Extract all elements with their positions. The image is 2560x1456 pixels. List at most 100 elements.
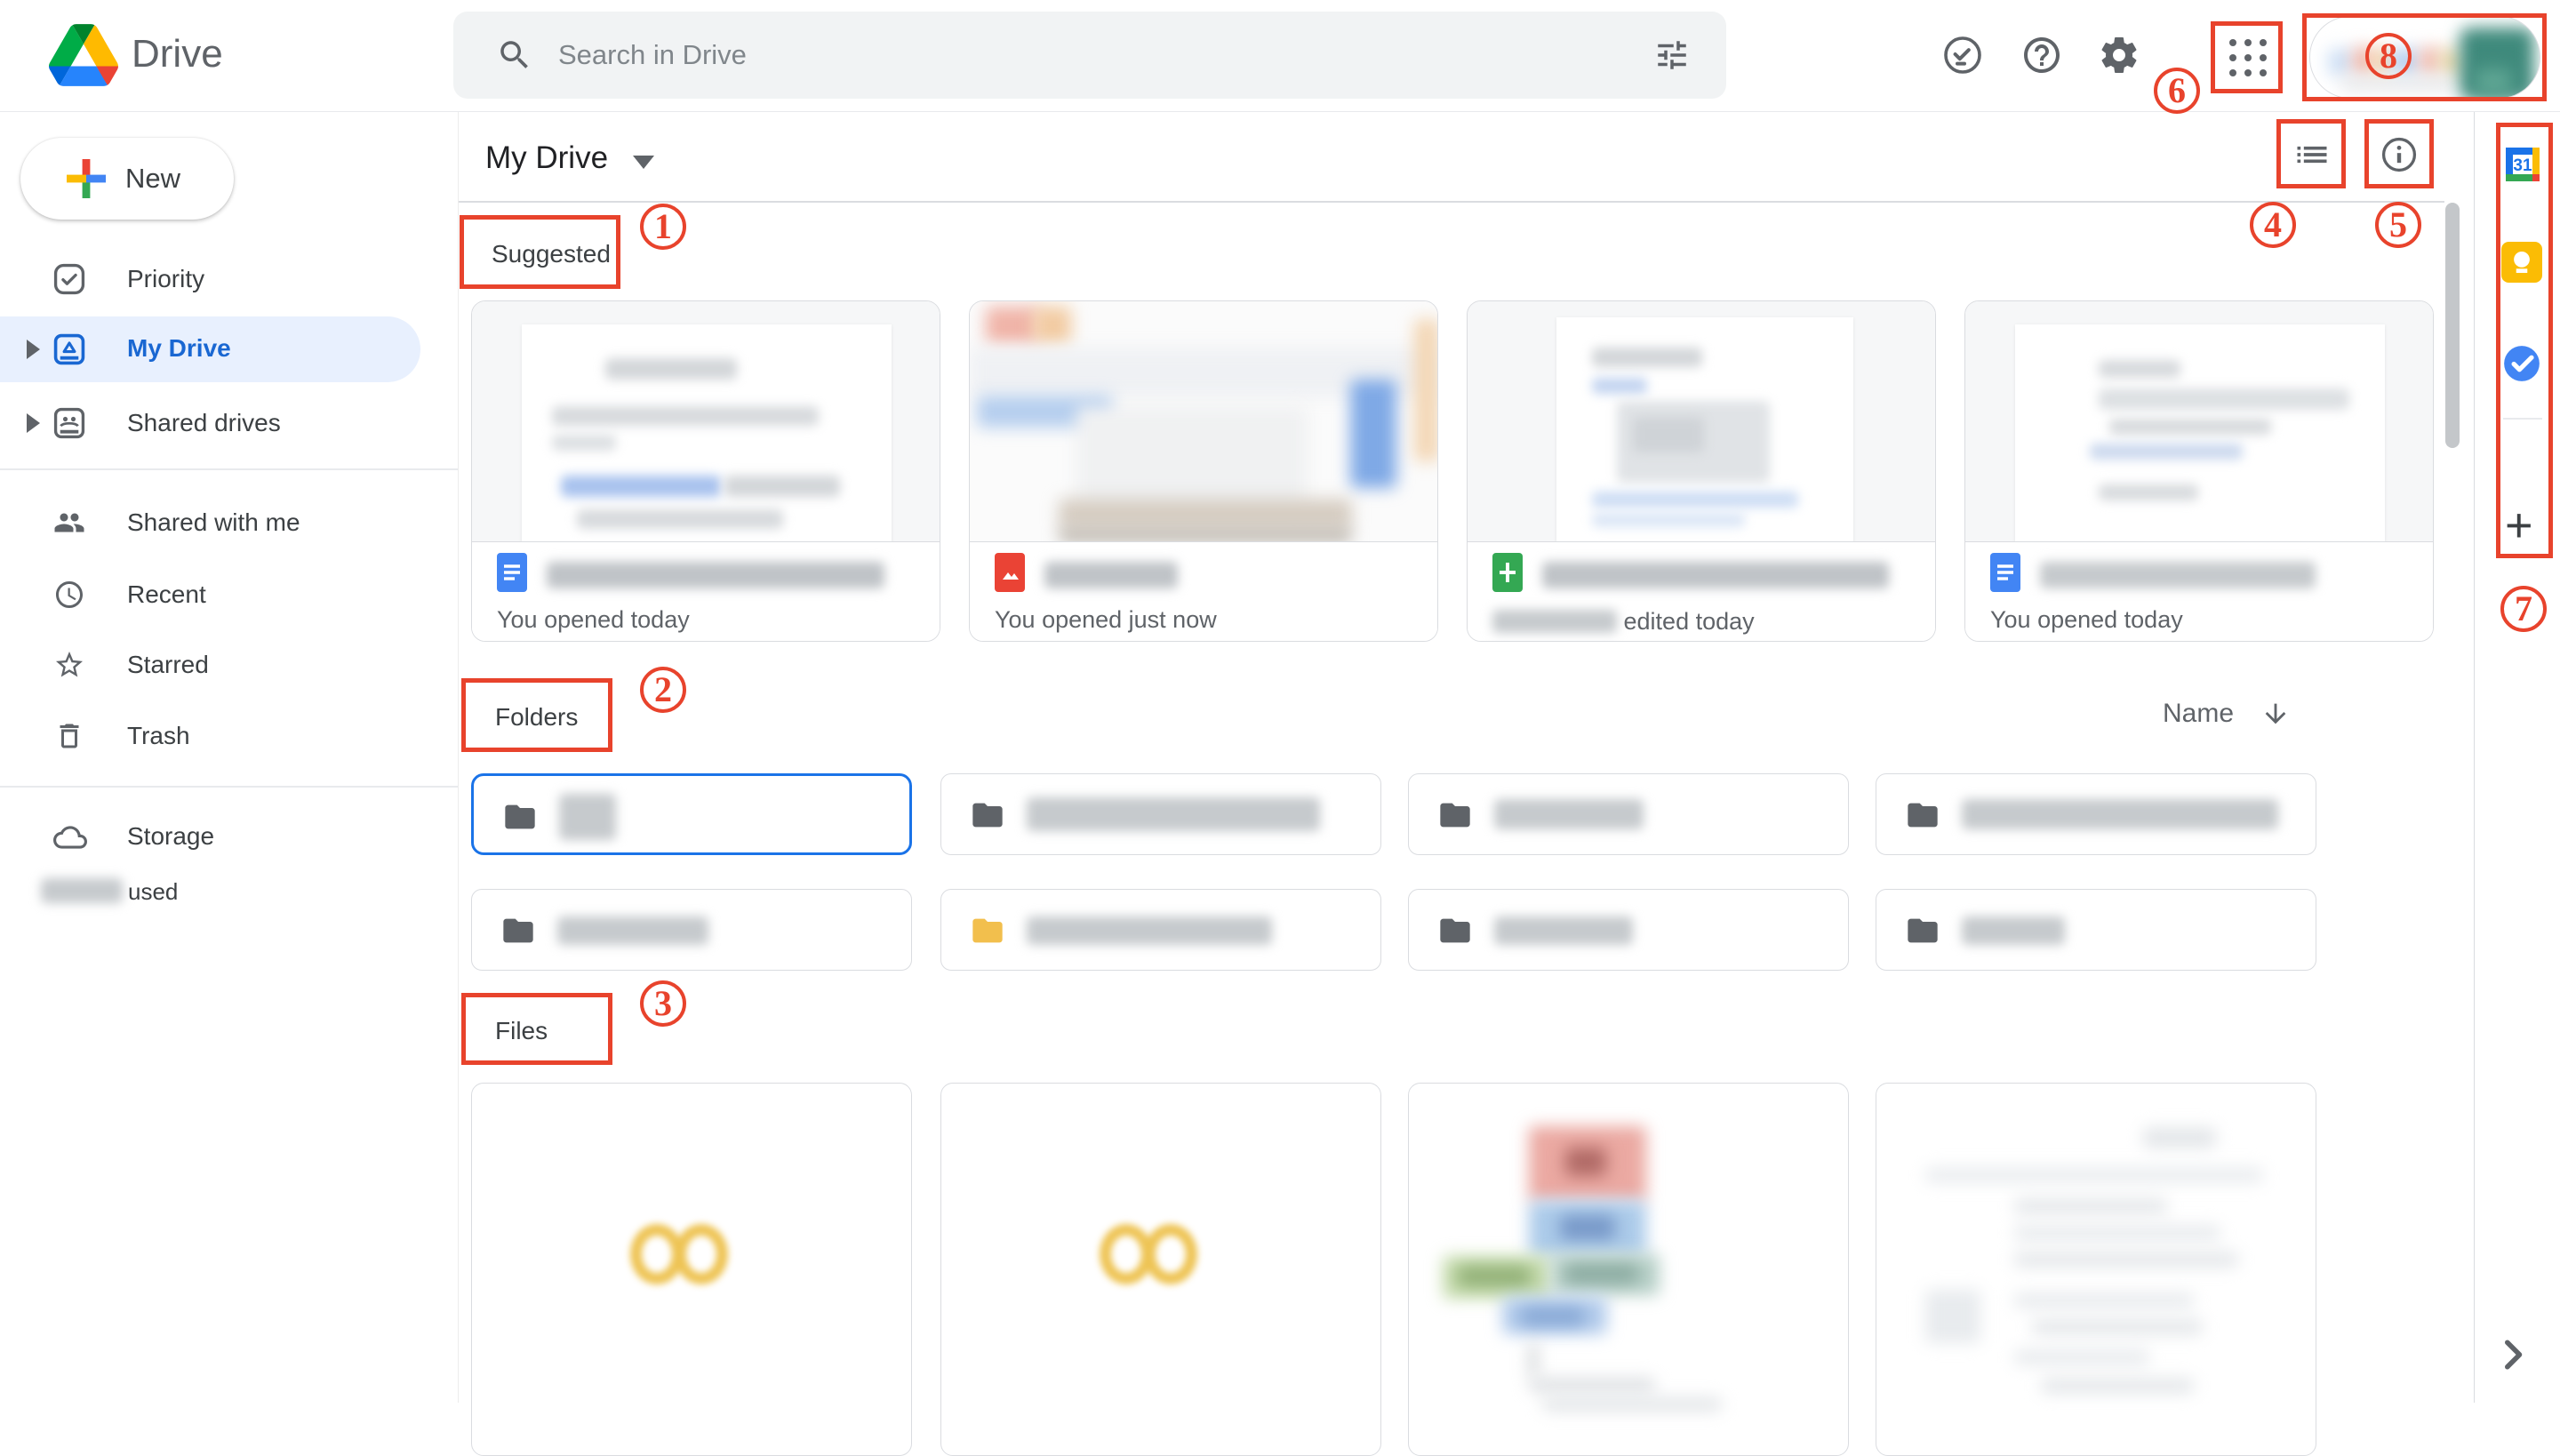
- file-thumbnail: [472, 301, 940, 542]
- file-title-blur: [547, 562, 884, 588]
- file-card-footer: You opened just now: [970, 542, 1437, 641]
- show-side-panel-chevron-icon[interactable]: [2500, 1335, 2530, 1379]
- folder-name-blur: [1494, 799, 1644, 829]
- sidebar-item-shared-drives[interactable]: Shared drives: [0, 391, 420, 455]
- new-button[interactable]: New: [20, 138, 234, 220]
- suggested-card[interactable]: You opened just now: [969, 300, 1438, 642]
- breadcrumb-my-drive[interactable]: My Drive: [485, 140, 608, 176]
- help-icon[interactable]: [2020, 34, 2063, 76]
- sidebar-item-label: Shared drives: [127, 409, 281, 437]
- folder-name-blur: [557, 916, 708, 945]
- folder-card[interactable]: [1408, 889, 1849, 971]
- annotation-number-5: 5: [2375, 202, 2421, 248]
- side-panel-divider: [2474, 112, 2475, 1403]
- file-card[interactable]: [1408, 1083, 1849, 1456]
- annotation-number-4: 4: [2250, 202, 2296, 248]
- suggested-card[interactable]: You opened today: [471, 300, 940, 642]
- my-drive-dropdown-caret-icon[interactable]: [633, 156, 654, 169]
- file-card[interactable]: [1876, 1083, 2316, 1456]
- file-thumbnail: [970, 301, 1437, 542]
- shared-with-me-icon: [53, 507, 85, 539]
- sidebar-main-divider: [458, 112, 459, 1403]
- folder-card[interactable]: [1408, 773, 1849, 855]
- annotation-number-8: 8: [2365, 33, 2412, 79]
- search-options-icon[interactable]: [1653, 36, 1691, 78]
- sidebar-item-starred[interactable]: Starred: [0, 633, 420, 697]
- annotation-box-details: [2364, 119, 2434, 188]
- annotation-box-folders: [461, 678, 612, 752]
- sidebar-item-label: My Drive: [127, 334, 231, 363]
- settings-gear-icon[interactable]: [2098, 34, 2140, 76]
- file-card-footer: You opened today: [1965, 542, 2433, 641]
- suggested-card[interactable]: You opened today: [1964, 300, 2434, 642]
- sort-label: Name: [2163, 699, 2234, 728]
- file-thumbnail: [1468, 301, 1935, 542]
- annotation-number-6: 6: [2154, 68, 2200, 114]
- file-title-blur: [2040, 562, 2316, 588]
- storage-used-label: used: [128, 878, 178, 906]
- folder-name-blur: [1962, 799, 2278, 829]
- priority-icon: [53, 263, 85, 295]
- sidebar-item-recent[interactable]: Recent: [0, 563, 420, 627]
- app-title: Drive: [132, 32, 223, 76]
- folder-icon: [1436, 913, 1475, 953]
- google-docs-icon: [1990, 553, 2020, 596]
- sidebar-item-my-drive[interactable]: My Drive: [0, 316, 420, 382]
- file-thumbnail: [1876, 1084, 2316, 1455]
- recent-clock-icon: [53, 579, 85, 611]
- sort-direction-arrow-icon[interactable]: [2260, 699, 2291, 733]
- offline-status-icon[interactable]: [1941, 34, 1984, 76]
- suggested-card[interactable]: edited today: [1467, 300, 1936, 642]
- folder-card[interactable]: [1876, 773, 2316, 855]
- folder-icon: [1903, 797, 1942, 837]
- file-card-footer: You opened today: [472, 542, 940, 641]
- sidebar-item-label: Priority: [127, 265, 204, 293]
- file-thumbnail: [1100, 1224, 1197, 1289]
- file-thumbnail: [1965, 301, 2433, 542]
- sidebar-item-trash[interactable]: Trash: [0, 704, 420, 768]
- annotation-box-side-panel: [2496, 123, 2553, 558]
- storage-amount-blur: [41, 878, 123, 903]
- expand-caret-icon[interactable]: [27, 413, 40, 433]
- file-card[interactable]: [940, 1083, 1381, 1456]
- vertical-scrollbar[interactable]: [2445, 203, 2460, 448]
- folder-card[interactable]: [940, 889, 1381, 971]
- search-icon[interactable]: [496, 36, 533, 78]
- folder-card[interactable]: [1876, 889, 2316, 971]
- annotation-box-files: [461, 993, 612, 1065]
- annotation-number-7: 7: [2500, 586, 2547, 632]
- folder-card[interactable]: [940, 773, 1381, 855]
- search-bar[interactable]: Search in Drive: [453, 12, 1726, 99]
- file-thumbnail: [1409, 1084, 1848, 1455]
- sidebar-item-label: Recent: [127, 580, 206, 609]
- sidebar-item-shared-with-me[interactable]: Shared with me: [0, 491, 420, 555]
- sidebar-item-label: Shared with me: [127, 508, 300, 537]
- folder-name-blur: [1027, 916, 1272, 945]
- annotation-box-account: [2302, 13, 2547, 101]
- file-card[interactable]: [471, 1083, 912, 1456]
- sidebar-item-priority[interactable]: Priority: [0, 247, 420, 311]
- folder-card[interactable]: [471, 889, 912, 971]
- folder-icon: [500, 799, 540, 839]
- sort-control[interactable]: Name: [2163, 699, 2234, 729]
- annotation-box-apps-grid: [2211, 21, 2283, 93]
- sidebar-item-label: Starred: [127, 651, 209, 679]
- sidebar-item-storage[interactable]: Storage: [0, 804, 420, 868]
- annotation-number-2: 2: [640, 667, 686, 713]
- folder-name-blur: [1494, 916, 1633, 945]
- folder-icon: [1436, 797, 1475, 837]
- search-placeholder[interactable]: Search in Drive: [558, 39, 747, 71]
- file-title-blur: [1542, 562, 1889, 588]
- annotation-box-suggested: [460, 215, 620, 289]
- annotation-box-list-view: [2276, 119, 2346, 188]
- content-header-divider: [459, 201, 2444, 203]
- trash-icon: [53, 720, 85, 752]
- annotation-number-3: 3: [640, 980, 686, 1027]
- sidebar-divider: [0, 468, 458, 470]
- expand-caret-icon[interactable]: [27, 340, 40, 359]
- folder-name-blur: [1962, 916, 2065, 945]
- folder-card-selected[interactable]: [471, 773, 912, 855]
- folder-icon: [499, 913, 538, 953]
- new-plus-icon: [67, 159, 106, 198]
- shared-drives-icon: [53, 407, 85, 439]
